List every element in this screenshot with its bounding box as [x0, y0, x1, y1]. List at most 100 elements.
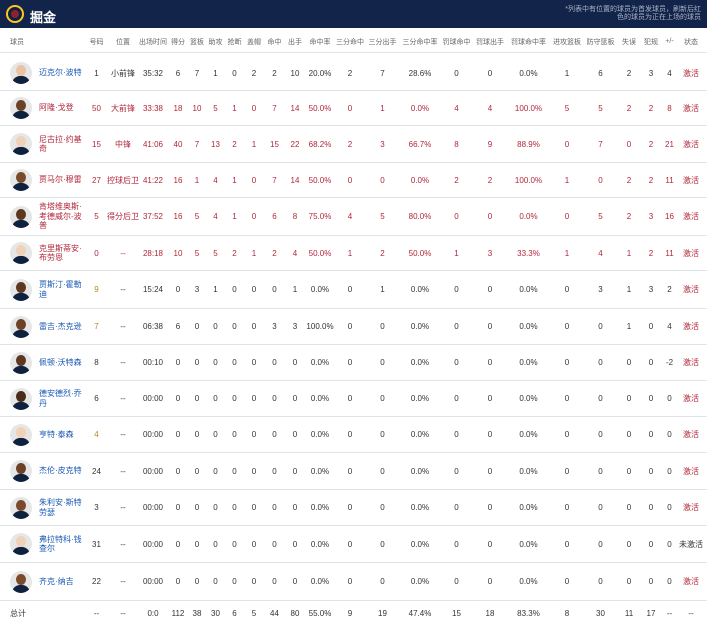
player-name-link[interactable]: 佩顿·沃特森: [39, 358, 85, 368]
status-cell[interactable]: 激活: [678, 309, 704, 344]
fg-made-cell: 0: [272, 577, 277, 586]
table-row[interactable]: 亨特·泰森 4 -- 00:00 0 0 0 0 0 0 0 0.0% 0 0 0.0% 0 0 0.0% 0 0 0 0…: [0, 417, 707, 453]
def-rebounds-cell: 0: [598, 322, 603, 331]
fg-attempts-cell: 1: [292, 285, 298, 294]
ft-made-cell: 0: [454, 577, 459, 586]
fg-pct-cell: 75.0%: [308, 212, 332, 221]
player-cell: 佩顿·沃特森: [0, 345, 85, 380]
player-name-link[interactable]: 雷吉·杰克逊: [39, 322, 85, 332]
table-row[interactable]: 贾马尔·穆雷 27 控球后卫 41:22 16 1 4 1 0 7 14 50.0% 0 0 0.0% 2 2 1…: [0, 163, 707, 198]
player-cell: 贾斯汀·霍勒迪: [0, 271, 85, 308]
avatar-jersey: [12, 147, 30, 155]
player-name-link[interactable]: 贾马尔·穆雷: [39, 175, 85, 185]
player-name-link[interactable]: 贾斯汀·霍勒迪: [39, 280, 85, 299]
player-name-link[interactable]: 迈克尔·波特: [39, 68, 85, 78]
status-cell[interactable]: 激活: [678, 417, 704, 452]
status-cell[interactable]: 激活: [678, 198, 704, 235]
status-cell[interactable]: 激活: [678, 563, 704, 600]
table-row[interactable]: 肯塔维奥斯·考德威尔-波普 5 得分后卫 37:52 16 5 4 1 0 6 8 75.0% 4 5 80…: [0, 198, 707, 236]
ft-pct-cell: 0.0%: [519, 212, 538, 221]
ft-pct-cell: 33.3%: [517, 248, 540, 258]
3p-made-cell: 0: [347, 503, 353, 512]
table-row[interactable]: 弗拉特科·钱查尔 31 -- 00:00 0 0 0 0 0 0 0 0.0% 0 0 0.0% 0 0 0.0%…: [0, 526, 707, 563]
status-cell[interactable]: 激活: [678, 163, 704, 197]
fouls-cell: 0: [648, 539, 654, 549]
fouls-cell: 0: [648, 430, 654, 439]
status-cell[interactable]: 未激活: [678, 526, 704, 562]
player-name-link[interactable]: 弗拉特科·钱查尔: [39, 535, 85, 554]
ft-pct-cell: 0.0%: [519, 68, 538, 78]
table-row[interactable]: 佩顿·沃特森 8 -- 00:10 0 0 0 0 0 0 0 0.0% 0 0 0.0% 0 0 0.0% 0 0 0…: [0, 345, 707, 381]
table-row[interactable]: 杰伦·皮克特 24 -- 00:00 0 0 0 0 0 0 0 0.0% 0 0 0.0% 0 0 0.0% 0 0…: [0, 453, 707, 490]
fg-pct-cell: 0.0%: [310, 466, 330, 476]
blocks-cell: 5: [251, 608, 257, 618]
status-cell[interactable]: 激活: [678, 271, 704, 308]
turnovers-cell: 2: [626, 103, 632, 113]
steals-cell: 0: [232, 394, 237, 403]
table-row[interactable]: 雷吉·杰克逊 7 -- 06:38 6 0 0 0 0 3 3 100.0% 0 0 0.0% 0 0 0.0% 0…: [0, 309, 707, 345]
off-rebounds-cell: 1: [564, 68, 570, 78]
assists-cell: 5: [213, 248, 218, 258]
player-name-link[interactable]: 杰伦·皮克特: [39, 466, 85, 476]
3p-pct-cell: 0.0%: [410, 358, 430, 367]
player-name-link[interactable]: 尼古拉·约基奇: [39, 135, 85, 154]
column-header-fouls: 犯规: [644, 38, 658, 46]
steals-cell: 1: [232, 175, 237, 185]
ft-attempts-cell: 0: [487, 577, 493, 586]
table-row[interactable]: 朱利安·斯特劳瑟 3 -- 00:00 0 0 0 0 0 0 0 0.0% 0 0 0.0% 0 0 0.0% 0…: [0, 490, 707, 526]
fg-pct-cell: 50.0%: [308, 175, 332, 185]
status-cell[interactable]: 激活: [678, 381, 704, 416]
fg-attempts-cell: 0: [292, 503, 298, 512]
status-cell[interactable]: 激活: [678, 91, 704, 125]
blocks-cell: 0: [251, 322, 257, 331]
table-row[interactable]: 克里斯蒂安·布劳恩 0 -- 28:18 10 5 5 2 1 2 4 50.0% 1 2 50.0% 1 3 3…: [0, 236, 707, 271]
player-name-link[interactable]: 朱利安·斯特劳瑟: [39, 498, 85, 517]
def-rebounds-cell: 5: [598, 103, 603, 113]
plus-minus-cell: 0: [667, 394, 672, 403]
steals-cell: 0: [232, 285, 237, 294]
turnovers-cell: 0: [626, 539, 632, 549]
ft-pct-cell: 0.0%: [519, 466, 538, 476]
status-cell[interactable]: 激活: [678, 490, 704, 525]
table-row[interactable]: 迈克尔·波特 1 小前锋 35:32 6 7 1 0 2 2 10 20.0% 2 7 28.6% 0 0 0.0…: [0, 56, 707, 91]
team-logo-icon: [6, 5, 24, 23]
column-header-fg-attempts: 出手: [288, 38, 302, 46]
number-cell: 1: [94, 68, 99, 78]
table-row[interactable]: 阿隆·戈登 50 大前锋 33:38 18 10 5 1 0 7 14 50.0% 0 1 0.0% 4 4 10…: [0, 91, 707, 126]
team-header-bar: 掘金 *列表中有位置的球员为首发球员，刷新后红色的球员为正在上场的球员: [0, 0, 707, 28]
plus-minus-cell: -2: [665, 358, 674, 367]
status-cell[interactable]: 激活: [678, 236, 704, 270]
table-row[interactable]: 尼古拉·约基奇 15 中锋 41:06 40 7 13 2 1 15 22 68.2% 2 3 66.7% 8…: [0, 126, 707, 163]
fouls-cell: 0: [648, 466, 654, 476]
table-row[interactable]: 德安德烈·乔丹 6 -- 00:00 0 0 0 0 0 0 0 0.0% 0 0 0.0% 0 0 0.0% 0 0…: [0, 381, 707, 417]
fg-made-cell: 2: [272, 68, 277, 78]
table-row[interactable]: 贾斯汀·霍勒迪 9 -- 15:24 0 3 1 0 0 0 1 0.0% 0 1 0.0% 0 0 0.0% 0 3…: [0, 271, 707, 309]
3p-attempts-cell: 0: [380, 175, 385, 185]
table-row[interactable]: 齐克·纳吉 22 -- 00:00 0 0 0 0 0 0 0 0.0% 0 0 0.0% 0 0 0.0% 0 0 0…: [0, 563, 707, 601]
3p-pct-cell: 66.7%: [408, 139, 432, 149]
status-cell: --: [688, 608, 694, 618]
status-cell[interactable]: 激活: [678, 453, 704, 489]
player-name-link[interactable]: 齐克·纳吉: [39, 577, 85, 587]
player-name-link[interactable]: 阿隆·戈登: [39, 103, 85, 113]
points-cell: 16: [173, 175, 183, 185]
player-name-link[interactable]: 亨特·泰森: [39, 430, 85, 440]
plus-minus-cell: 0: [667, 539, 672, 549]
3p-attempts-cell: 2: [380, 248, 385, 258]
off-rebounds-cell: 0: [564, 539, 570, 549]
fg-attempts-cell: 0: [292, 577, 298, 586]
position-cell: --: [120, 394, 126, 403]
plus-minus-cell: 2: [667, 285, 672, 294]
status-cell[interactable]: 激活: [678, 126, 704, 162]
fouls-cell: 3: [648, 68, 654, 78]
ft-attempts-cell: 0: [487, 466, 493, 476]
status-cell[interactable]: 激活: [678, 56, 704, 90]
player-name-link[interactable]: 克里斯蒂安·布劳恩: [39, 244, 85, 263]
ft-pct-cell: 0.0%: [519, 577, 538, 586]
number-cell: 5: [94, 212, 99, 221]
player-name-link[interactable]: 肯塔维奥斯·考德威尔-波普: [39, 202, 85, 231]
fouls-cell: 0: [648, 577, 654, 586]
player-name-link[interactable]: 德安德烈·乔丹: [39, 389, 85, 408]
rebounds-cell: 10: [192, 103, 202, 113]
status-cell[interactable]: 激活: [678, 345, 704, 380]
